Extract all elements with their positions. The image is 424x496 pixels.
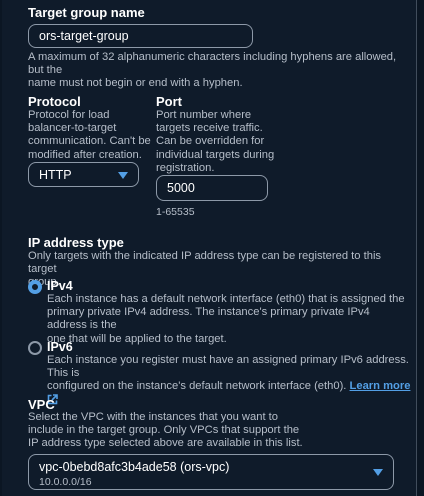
- ipv6-label[interactable]: IPv6: [47, 340, 73, 354]
- vpc-label: VPC: [28, 397, 55, 412]
- desc-line: Port number where: [156, 109, 252, 121]
- desc-line: Select the VPC with the instances that y…: [28, 411, 278, 423]
- port-label: Port: [156, 94, 182, 109]
- ipv4-label[interactable]: IPv4: [47, 279, 73, 293]
- target-group-name-hint: A maximum of 32 alphanumeric characters …: [28, 51, 412, 91]
- desc-line: balancer-to-target: [28, 122, 117, 135]
- desc-line: Each instance has a default network inte…: [47, 293, 405, 305]
- learn-more-link[interactable]: Learn more: [350, 380, 411, 392]
- scrollbar-track[interactable]: [416, 0, 424, 496]
- ipv6-radio[interactable]: [28, 341, 42, 355]
- port-value: 5000: [167, 181, 195, 195]
- desc-line: group.: [28, 276, 60, 289]
- desc-line: Each instance you register must have an …: [47, 354, 409, 380]
- desc-line: registration.: [156, 161, 215, 174]
- ipv6-description: Each instance you register must have an …: [47, 354, 412, 408]
- ip-address-type-description: Only targets with the indicated IP addre…: [28, 250, 412, 290]
- target-group-name-label: Target group name: [28, 5, 145, 20]
- desc-line: targets receive traffic.: [156, 122, 263, 135]
- desc-line-text: configured on the instance's default net…: [47, 380, 347, 393]
- port-input[interactable]: 5000: [156, 175, 268, 201]
- vpc-cidr: 10.0.0.0/16: [39, 476, 92, 488]
- caret-down-icon: [118, 172, 128, 179]
- ipv4-description: Each instance has a default network inte…: [47, 293, 412, 346]
- caret-down-icon: [373, 469, 383, 476]
- desc-line: Only targets with the indicated IP addre…: [28, 250, 382, 276]
- desc-line: Can be overridden for: [156, 135, 265, 148]
- desc-line: communication. Can't be: [28, 135, 151, 148]
- protocol-label: Protocol: [28, 94, 81, 109]
- vpc-description: Select the VPC with the instances that y…: [28, 411, 412, 451]
- desc-line: one that will be applied to the target.: [47, 332, 227, 345]
- desc-line: IP address type selected above are avail…: [28, 437, 303, 450]
- protocol-select[interactable]: HTTP: [28, 162, 139, 187]
- desc-line: modified after creation.: [28, 148, 142, 161]
- ipv4-radio[interactable]: [28, 280, 42, 294]
- hint-line: name must not begin or end with a hyphen…: [28, 77, 243, 90]
- left-frame-edge: [0, 0, 2, 496]
- protocol-selected-value: HTTP: [39, 168, 72, 182]
- desc-line: primary private IPv4 address. The instan…: [47, 306, 370, 332]
- target-group-name-value: ors-target-group: [39, 29, 129, 43]
- port-description: Port number where targets receive traffi…: [156, 109, 276, 175]
- desc-line: individual targets during: [156, 148, 275, 161]
- port-range-hint: 1-65535: [156, 206, 195, 218]
- desc-line: Protocol for load: [28, 109, 110, 121]
- desc-line: configured on the instance's default net…: [47, 380, 412, 407]
- vpc-selected-value: vpc-0bebd8afc3b4ade58 (ors-vpc): [39, 460, 230, 474]
- ip-address-type-label: IP address type: [28, 235, 124, 250]
- desc-line: include in the target group. Only VPCs t…: [28, 424, 300, 437]
- target-group-name-input[interactable]: ors-target-group: [28, 24, 253, 48]
- vpc-select[interactable]: vpc-0bebd8afc3b4ade58 (ors-vpc) 10.0.0.0…: [28, 454, 394, 490]
- hint-line: A maximum of 32 alphanumeric characters …: [28, 51, 397, 77]
- protocol-description: Protocol for load balancer-to-target com…: [28, 109, 153, 162]
- learn-more-label: Learn more: [349, 380, 411, 393]
